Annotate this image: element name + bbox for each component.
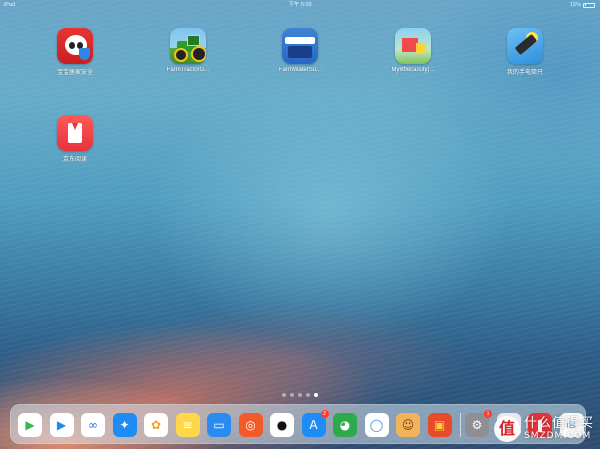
photos-icon: ✿ [144, 413, 168, 437]
kids-game-icon: ☺ [396, 413, 420, 437]
notification-badge: 2 [320, 410, 329, 418]
dock-app-glyph: ◎ [245, 418, 256, 432]
video-app-icon: ▶ [49, 413, 74, 437]
site-watermark: 值 什么值得买 SMZDM.COM [493, 416, 594, 442]
status-time: 下午 5:09 [288, 2, 312, 8]
dock-app[interactable]: A2 [301, 410, 329, 437]
page-dot[interactable] [314, 393, 318, 397]
search-app-icon: ◯ [364, 413, 389, 437]
dock-app-glyph: ▭ [213, 418, 225, 432]
files-icon: ▭ [207, 413, 231, 437]
dock-app-glyph: ∞ [88, 418, 98, 432]
app-baby-home-safety[interactable]: 宝宝居家安全 [40, 28, 110, 76]
page-dot[interactable] [290, 393, 294, 397]
dock-app[interactable]: ◎ [238, 413, 263, 437]
tractor-icon [170, 28, 206, 64]
dock-app[interactable]: ▣ [427, 413, 452, 437]
weibo-icon: ◎ [238, 413, 263, 437]
dock-app[interactable]: ◯ [364, 413, 389, 437]
dock-app[interactable]: ☺ [396, 413, 420, 437]
page-dot[interactable] [306, 393, 310, 397]
dock-app-glyph: ✦ [119, 418, 130, 432]
battery-indicator: 15% [570, 0, 595, 10]
watermark-domain: SMZDM.COM [523, 431, 592, 441]
app-little-car-city[interactable]: Mylittlecarcity(... [378, 28, 448, 73]
dock-app-glyph: ◕ [339, 418, 351, 432]
bookmark-icon [57, 115, 93, 151]
page-indicator[interactable] [0, 393, 600, 397]
app-flashlight[interactable]: 我的手电筒只 [490, 28, 560, 76]
dock-app[interactable]: ✿ [144, 413, 168, 437]
dock-app-glyph: ☺ [401, 418, 415, 432]
panda-game-icon: ◕ [333, 413, 357, 437]
page-dot[interactable] [282, 393, 286, 397]
battery-percent: 15% [569, 2, 581, 8]
dock-app-glyph: ▣ [433, 418, 446, 432]
qq-icon: ● [270, 413, 294, 437]
dock-app[interactable]: ∞ [81, 413, 105, 437]
page-dot[interactable] [298, 393, 302, 397]
app-label: FarmWaterSu... [278, 67, 322, 73]
panda-safety-icon [57, 28, 93, 64]
video-player-icon: ▶ [18, 413, 42, 437]
app-label: FarmTractorG... [166, 67, 210, 73]
dock-app[interactable]: ▶ [49, 413, 74, 437]
dock-app-glyph: ▶ [56, 418, 67, 432]
watermark-title: 什么值得买 [523, 416, 594, 431]
dock-app[interactable]: ▶ [18, 413, 42, 437]
app-farm-tractor[interactable]: FarmTractorG... [153, 28, 223, 73]
firetruck-game-icon: ▣ [427, 413, 452, 437]
dock-app-glyph: ≡ [182, 418, 193, 432]
dock-app[interactable]: ● [270, 413, 294, 437]
notification-badge: 1 [484, 410, 492, 418]
notes-icon: ≡ [175, 413, 200, 437]
toy-city-icon [395, 28, 431, 64]
dock-app[interactable]: ◕ [333, 413, 357, 437]
battery-level-fill [584, 4, 586, 6]
dock-app[interactable]: ▭ [207, 413, 231, 437]
watermark-logo: 值 [493, 416, 520, 442]
dock-app-glyph: ◯ [369, 418, 384, 432]
dock-app[interactable]: ⚙ 1 [465, 410, 492, 437]
dock-app-glyph: ✿ [150, 418, 162, 432]
dock-app[interactable]: ✦ [112, 413, 137, 437]
app-label: 我的手电筒只 [506, 70, 543, 76]
dock-app[interactable]: ≡ [175, 413, 200, 437]
dock-app-glyph: ⚙ [471, 418, 483, 432]
status-bar: iPad 下午 5:09 15% [0, 0, 600, 10]
battery-icon [583, 2, 595, 8]
dock-divider [460, 413, 461, 437]
safari-icon: ✦ [112, 413, 137, 437]
water-truck-icon [282, 28, 318, 64]
app-label: 宝宝居家安全 [56, 70, 93, 76]
app-farm-water[interactable]: FarmWaterSu... [265, 28, 335, 73]
cloud-drive-icon: ∞ [81, 413, 105, 437]
app-label: 京东阅读 [62, 157, 87, 163]
dock-app-glyph: ▶ [25, 418, 35, 432]
dock-app-glyph: A [309, 418, 318, 432]
app-label: Mylittlecarcity(... [391, 67, 435, 73]
dock-app-glyph: ● [276, 418, 288, 432]
flashlight-icon [507, 28, 543, 64]
app-jd-reader[interactable]: 京东阅读 [40, 115, 110, 163]
